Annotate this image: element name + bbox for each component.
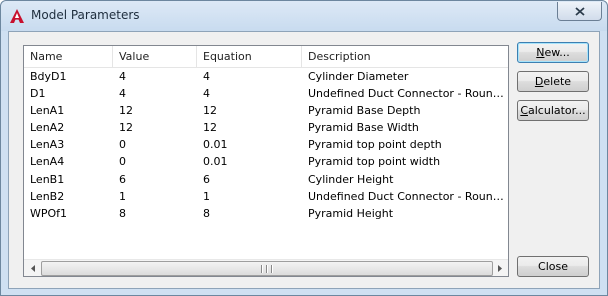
scroll-left-button[interactable]	[24, 260, 41, 277]
parameters-list[interactable]: Name Value Equation Description BdyD1 4 …	[23, 45, 509, 277]
cell-equation: 4	[203, 70, 210, 83]
dialog-client-area: Name Value Equation Description BdyD1 4 …	[8, 31, 600, 289]
table-row[interactable]: LenA4 0 0.01 Pyramid top point width	[24, 153, 508, 170]
window-title: Model Parameters	[31, 8, 140, 22]
column-header-description[interactable]: Description	[302, 46, 508, 68]
cell-name: D1	[30, 87, 46, 101]
table-row[interactable]: LenB1 6 6 Cylinder Height	[24, 171, 508, 188]
cell-description: Pyramid Base Depth	[308, 104, 421, 118]
cell-description: Undefined Duct Connector - Round Dia...	[308, 87, 508, 101]
cell-value: 12	[119, 121, 133, 135]
cell-equation: 12	[203, 121, 217, 135]
window-close-button[interactable]	[557, 2, 602, 21]
cell-value: 1	[119, 189, 126, 203]
cell-description: Pyramid top point depth	[308, 138, 442, 152]
scroll-left-arrow-icon	[30, 265, 35, 272]
table-row[interactable]: LenA3 0 0.01 Pyramid top point depth	[24, 136, 508, 153]
cell-description: Cylinder Height	[308, 172, 394, 186]
cell-name: BdyD1	[30, 70, 67, 83]
cell-name: LenA3	[30, 138, 65, 152]
cell-name: LenA2	[30, 121, 65, 135]
cell-equation: 12	[203, 104, 217, 118]
horizontal-scrollbar[interactable]	[24, 259, 508, 276]
cell-equation: 1	[203, 189, 210, 203]
cell-description: Undefined Duct Connector - Round Leng...	[308, 189, 508, 203]
delete-button-label: elete	[543, 75, 572, 88]
list-header: Name Value Equation Description	[24, 46, 508, 68]
title-bar[interactable]: Model Parameters	[1, 1, 607, 31]
table-row[interactable]: LenA1 12 12 Pyramid Base Depth	[24, 102, 508, 119]
column-header-value[interactable]: Value	[113, 46, 197, 68]
cell-value: 0	[119, 138, 126, 152]
cell-description: Pyramid top point width	[308, 155, 441, 169]
calculator-button-label: alculator...	[528, 104, 586, 117]
table-row[interactable]: LenA2 12 12 Pyramid Base Width	[24, 119, 508, 136]
calculator-button[interactable]: Calculator...	[517, 100, 589, 121]
cell-name: LenB2	[30, 189, 65, 203]
cell-name: LenA4	[30, 155, 65, 169]
cell-equation: 4	[203, 87, 210, 101]
new-button-label: ew...	[544, 46, 570, 59]
cell-equation: 6	[203, 172, 210, 186]
cell-equation: 0.01	[203, 155, 228, 169]
column-header-equation[interactable]: Equation	[197, 46, 302, 68]
scrollbar-thumb[interactable]	[41, 261, 493, 276]
calculator-button-mnemonic: C	[520, 104, 528, 117]
cell-description: Pyramid Base Width	[308, 121, 419, 135]
close-icon	[574, 6, 585, 16]
table-row[interactable]: WPOf1 8 8 Pyramid Height	[24, 205, 508, 222]
cell-name: WPOf1	[30, 206, 68, 220]
column-header-name[interactable]: Name	[24, 46, 113, 68]
scroll-right-arrow-icon	[497, 265, 502, 272]
cell-equation: 0.01	[203, 138, 228, 152]
new-button[interactable]: New...	[517, 42, 589, 63]
cell-value: 4	[119, 70, 126, 83]
list-rows: BdyD1 4 4 Cylinder Diameter D1 4 4 Undef…	[24, 68, 508, 222]
cell-value: 12	[119, 104, 133, 118]
table-row[interactable]: LenB2 1 1 Undefined Duct Connector - Rou…	[24, 188, 508, 205]
scroll-right-button[interactable]	[491, 260, 508, 277]
table-row[interactable]: BdyD1 4 4 Cylinder Diameter	[24, 68, 508, 85]
cell-name: LenB1	[30, 172, 65, 186]
dialog-window: Model Parameters Name Value Equation Des…	[0, 0, 608, 296]
table-row[interactable]: D1 4 4 Undefined Duct Connector - Round …	[24, 85, 508, 102]
close-button[interactable]: Close	[517, 256, 589, 277]
cell-name: LenA1	[30, 104, 65, 118]
cell-value: 6	[119, 172, 126, 186]
cell-value: 0	[119, 155, 126, 169]
cell-equation: 8	[203, 206, 210, 220]
cell-value: 4	[119, 87, 126, 101]
cell-description: Pyramid Height	[308, 206, 394, 220]
autocad-icon	[10, 9, 24, 23]
delete-button[interactable]: Delete	[517, 71, 589, 92]
cell-value: 8	[119, 206, 126, 220]
cell-description: Cylinder Diameter	[308, 70, 409, 83]
scrollbar-grip-icon	[261, 265, 273, 273]
